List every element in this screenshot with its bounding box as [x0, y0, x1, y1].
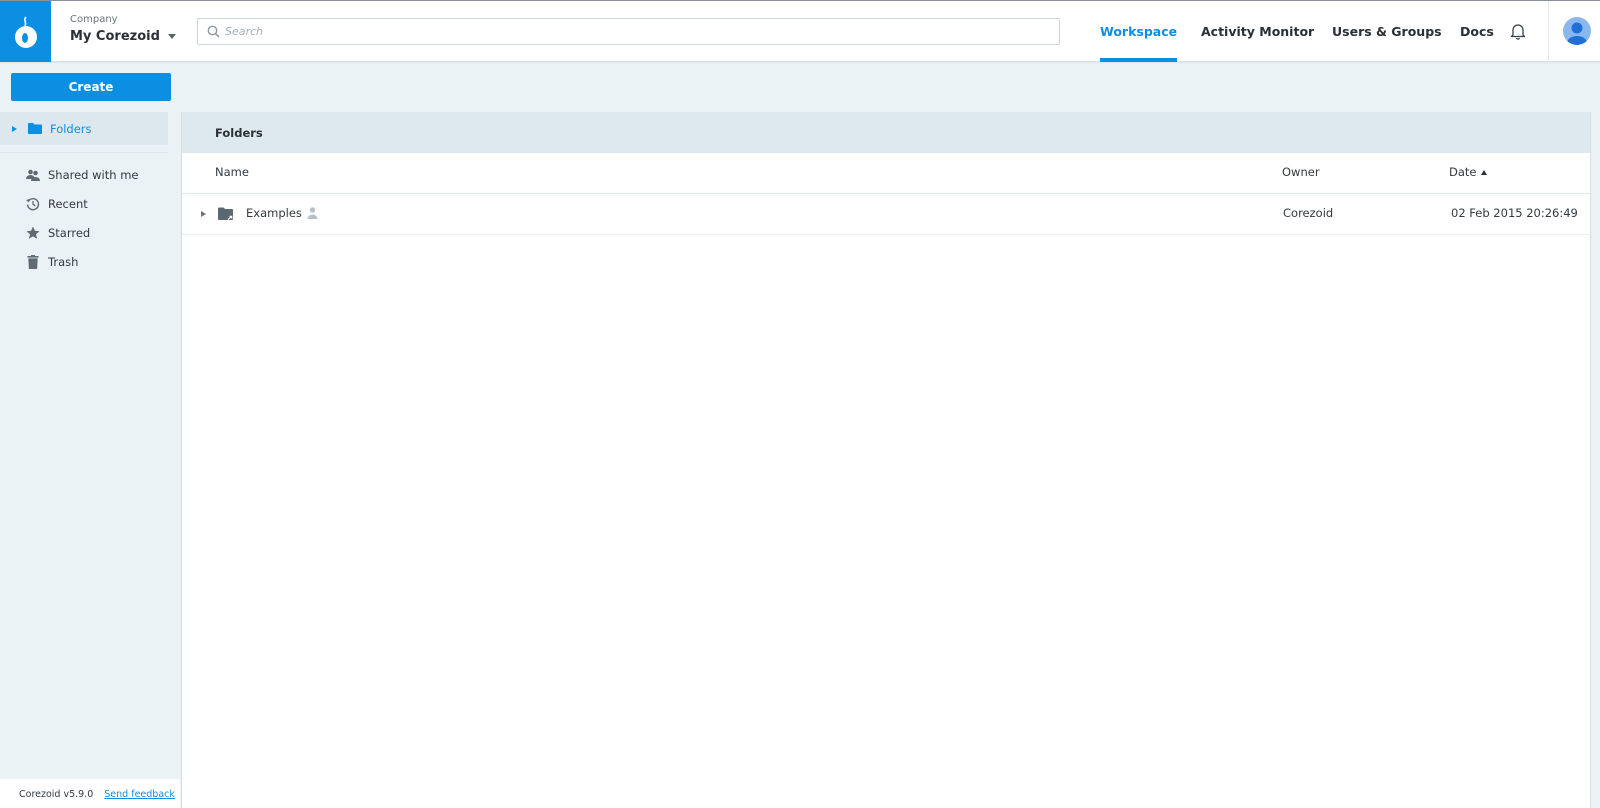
- bell-icon[interactable]: [1510, 22, 1526, 44]
- sidebar-item-label: Starred: [48, 226, 91, 240]
- shared-users-icon: [25, 169, 41, 182]
- folders-panel: Folders Name Owner Date Examples Corezoi…: [181, 112, 1591, 808]
- table-row[interactable]: Examples Corezoid 02 Feb 2015 20:26:49: [182, 194, 1590, 235]
- nav-activity-monitor-label: Activity Monitor: [1201, 24, 1315, 39]
- nav-docs-label: Docs: [1460, 24, 1494, 39]
- panel-title: Folders: [215, 125, 263, 140]
- folder-icon: [28, 123, 42, 134]
- user-icon: [307, 207, 318, 219]
- company-switcher[interactable]: Company My Corezoid: [70, 14, 176, 44]
- version-label: Corezoid v5.9.0: [19, 788, 94, 800]
- create-button[interactable]: Create: [11, 73, 171, 101]
- scrollbar-track[interactable]: [1591, 112, 1600, 808]
- star-icon: [25, 226, 41, 240]
- user-avatar-icon[interactable]: [1563, 17, 1591, 45]
- sidebar-item-label: Shared with me: [48, 168, 139, 182]
- nav-workspace[interactable]: Workspace: [1100, 1, 1178, 62]
- sidebar-item-label: Folders: [50, 121, 92, 136]
- column-date-label: Date: [1449, 165, 1477, 179]
- folder-date: 02 Feb 2015 20:26:49: [1451, 206, 1578, 220]
- sidebar-item-recent[interactable]: Recent: [25, 197, 88, 211]
- trash-icon: [25, 255, 41, 269]
- shared-folder-icon: [218, 207, 233, 220]
- company-dropdown[interactable]: My Corezoid: [70, 29, 176, 44]
- sidebar-item-trash[interactable]: Trash: [25, 255, 78, 269]
- sidebar-item-folders[interactable]: Folders: [0, 112, 168, 145]
- company-label: Company: [70, 14, 118, 25]
- sidebar-item-label: Recent: [48, 197, 88, 211]
- column-date[interactable]: Date: [1449, 165, 1487, 179]
- search-icon: [207, 25, 220, 38]
- folder-owner: Corezoid: [1283, 206, 1334, 220]
- company-name: My Corezoid: [70, 29, 160, 44]
- sidebar-footer: Corezoid v5.9.0 Send feedback: [0, 779, 180, 808]
- sort-ascending-icon: [1480, 170, 1487, 175]
- chevron-down-icon: [167, 34, 176, 39]
- search-box[interactable]: [197, 18, 1060, 45]
- expand-arrow-icon[interactable]: [201, 211, 206, 217]
- history-icon: [25, 197, 41, 211]
- folder-name[interactable]: Examples: [246, 206, 302, 220]
- nav-users-groups[interactable]: Users & Groups: [1332, 1, 1442, 62]
- top-header: Company My Corezoid Workspace Activity M…: [0, 1, 1600, 62]
- panel-header: Folders: [182, 112, 1590, 153]
- sidebar-item-shared[interactable]: Shared with me: [25, 168, 138, 182]
- table-header: Name Owner Date: [182, 153, 1590, 194]
- column-name[interactable]: Name: [215, 165, 249, 179]
- column-owner[interactable]: Owner: [1282, 165, 1320, 179]
- expand-arrow-icon[interactable]: [12, 125, 17, 132]
- sidebar-divider: [0, 152, 168, 153]
- corezoid-logo-icon[interactable]: [0, 1, 51, 62]
- nav-workspace-label: Workspace: [1100, 24, 1178, 39]
- nav-docs[interactable]: Docs: [1460, 1, 1494, 62]
- sidebar-item-label: Trash: [48, 255, 79, 269]
- search-input[interactable]: [225, 25, 1045, 38]
- nav-users-groups-label: Users & Groups: [1332, 24, 1442, 39]
- send-feedback-link[interactable]: Send feedback: [104, 789, 175, 800]
- sidebar-item-starred[interactable]: Starred: [25, 226, 90, 240]
- header-divider: [1548, 1, 1549, 62]
- nav-activity-monitor[interactable]: Activity Monitor: [1201, 1, 1314, 62]
